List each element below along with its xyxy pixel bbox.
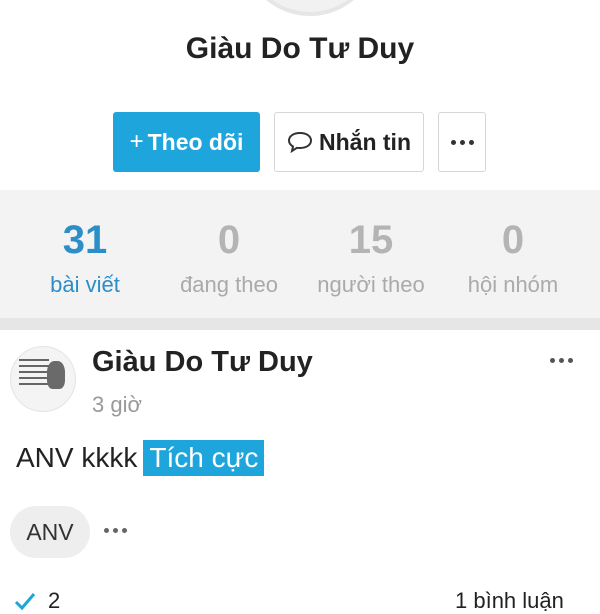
- more-dots-icon: [550, 358, 573, 363]
- comment-count[interactable]: 1 bình luận: [455, 588, 564, 614]
- stat-label: bài viết: [50, 272, 120, 297]
- post-content: ANV kkkk Tích cực: [16, 440, 265, 476]
- stat-value: 0: [501, 218, 525, 262]
- sentiment-tag[interactable]: Tích cực: [143, 440, 265, 476]
- more-dots-icon: [450, 139, 474, 145]
- stat-label: người theo: [317, 272, 425, 297]
- profile-avatar[interactable]: [242, 0, 378, 16]
- profile-stats: 31 bài viết 0 đang theo 15 người theo 0 …: [0, 190, 600, 318]
- more-dots-icon: [104, 528, 127, 533]
- post-author-avatar[interactable]: [10, 346, 76, 412]
- more-options-button[interactable]: [438, 112, 486, 172]
- plus-icon: +: [129, 128, 144, 155]
- post-text: ANV kkkk: [16, 442, 138, 473]
- message-button[interactable]: Nhắn tin: [274, 112, 424, 172]
- message-label: Nhắn tin: [319, 128, 411, 155]
- chip-more-button[interactable]: [104, 528, 127, 533]
- post-timestamp: 3 giờ: [92, 392, 142, 417]
- check-icon: [14, 593, 36, 611]
- stat-value: 15: [348, 218, 394, 262]
- reaction-count: 2: [48, 588, 61, 613]
- stat-label: hội nhóm: [467, 272, 559, 297]
- stat-value: 31: [62, 218, 108, 262]
- follow-label: Theo dõi: [147, 128, 244, 155]
- stat-label: đang theo: [180, 272, 278, 297]
- stat-value: 0: [217, 218, 241, 262]
- post-author-name[interactable]: Giàu Do Tư Duy: [92, 346, 313, 379]
- profile-name: Giàu Do Tư Duy: [185, 32, 415, 65]
- topic-chip[interactable]: ANV: [10, 506, 90, 558]
- post-menu-button[interactable]: [550, 358, 573, 363]
- post-reactions[interactable]: 2: [14, 588, 60, 614]
- section-divider: [0, 318, 600, 330]
- chat-bubble-icon: [287, 131, 313, 153]
- follow-button[interactable]: + Theo dõi: [113, 112, 260, 172]
